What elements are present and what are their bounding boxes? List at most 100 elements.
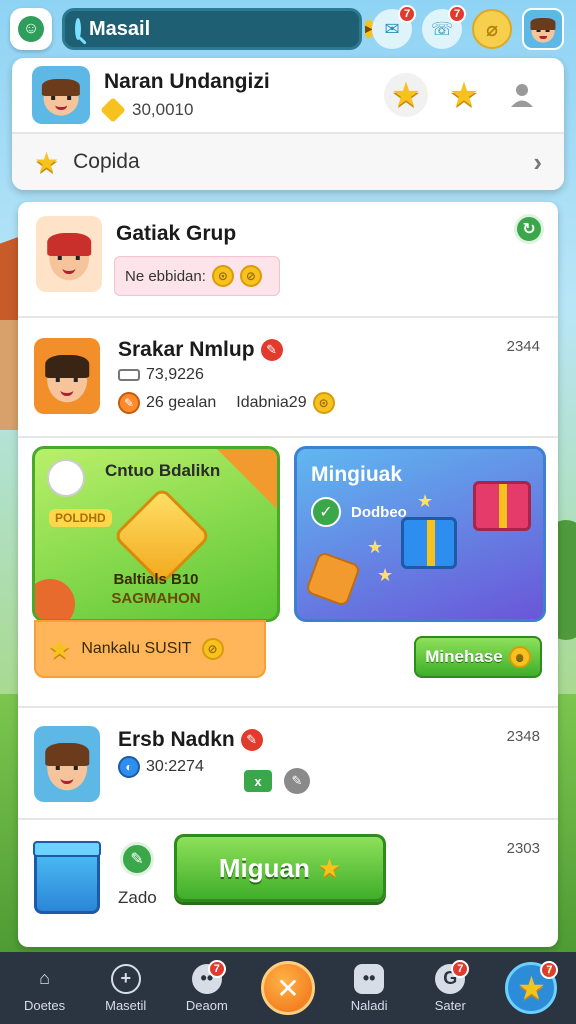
post-time: 2303	[506, 840, 540, 857]
star-icon: ★	[317, 852, 342, 883]
post-avatar[interactable]	[34, 726, 100, 802]
star-icon: ★	[34, 146, 60, 178]
nav-item-games[interactable]: •• Naladi	[331, 952, 407, 1024]
gift-box-avatar[interactable]	[33, 841, 101, 914]
coin-icon: ⌀	[485, 18, 499, 41]
tag-badge[interactable]: x	[244, 770, 272, 792]
pill-text: Ne ebbidan:	[125, 267, 206, 285]
center-action-icon: ✕	[260, 961, 315, 1015]
star-icon[interactable]: ★	[384, 73, 428, 117]
edit-icon[interactable]: ✎	[284, 768, 310, 794]
stat-value: Idabnia29	[236, 394, 307, 411]
post-stat: 73,9226	[118, 366, 204, 384]
notification-badge: 7	[448, 5, 466, 23]
feed-post[interactable]: Ersb Nadkn ✎ 2348 ◐ 30:2274 x ✎	[18, 708, 558, 820]
feed-post[interactable]: Srakar Nmlup ✎ 2344 73,9226 ✎ 26 gealan I…	[18, 318, 558, 438]
user-avatar[interactable]	[522, 8, 564, 50]
nav-label: Deaom	[185, 997, 228, 1013]
copida-row[interactable]: ★ Copida ›	[12, 134, 564, 190]
coin-button[interactable]: ⌀	[472, 9, 512, 49]
search-bar[interactable]: ▶	[62, 8, 373, 50]
feed-post[interactable]: Gatiak Grup ↻ Ne ebbidan: ⊙ ⊘	[18, 202, 558, 318]
post-title-text: Srakar Nmlup	[118, 338, 255, 361]
check-icon: ✓	[311, 497, 341, 527]
promo-blue-button-label: Minehase	[425, 647, 503, 666]
star-icon[interactable]: ★	[442, 73, 486, 117]
nav-label: Sater	[434, 997, 466, 1013]
pill-label[interactable]: Ne ebbidan: ⊙ ⊘	[114, 256, 280, 296]
mascot-icon	[47, 459, 85, 497]
stat-value: 26 gealan	[146, 394, 217, 411]
post-avatar[interactable]	[36, 216, 102, 292]
notification-badge: 7	[207, 959, 226, 978]
nav-item-chat[interactable]: •• 7 Deaom	[169, 952, 245, 1024]
promo-orange-bar[interactable]: ★ Nankalu SUSIT ⊘	[34, 620, 266, 678]
nav-item-explore[interactable]: + Masetil	[88, 952, 164, 1024]
promo-blue-button[interactable]: Minehase ☻	[414, 636, 542, 678]
promo-area: Cntuo Bdalikn POLDHD Baltials B10 SAGMAH…	[18, 438, 558, 708]
edit-icon[interactable]: ✎	[120, 842, 154, 876]
feed-panel: Gatiak Grup ↻ Ne ebbidan: ⊙ ⊘ Srakar Nml…	[18, 202, 558, 947]
compass-icon: +	[110, 963, 141, 994]
post-stat: ✎ 26 gealan Idabnia29 ⊙	[118, 392, 335, 414]
primary-action-label: Miguan	[218, 852, 310, 883]
stat-value: 30:2274	[146, 758, 204, 775]
edit-icon[interactable]: ✎	[260, 339, 283, 362]
bottom-nav: ⌂ Doetes + Masetil •• 7 Deaom ✕ •• Nalad…	[0, 952, 576, 1024]
post-title: Srakar Nmlup ✎	[118, 338, 283, 362]
chat-icon: ✉	[384, 18, 400, 39]
sparkle-icon: ★	[377, 565, 394, 585]
sparkle-icon: ★	[367, 537, 384, 557]
nav-label: Naladi	[350, 997, 388, 1013]
dice-icon	[304, 550, 362, 608]
gamepad-icon: ••	[354, 963, 385, 994]
notification-badge: 7	[398, 5, 416, 23]
person-icon[interactable]	[500, 73, 544, 117]
post-avatar[interactable]	[34, 338, 100, 414]
notification-badge: 7	[540, 961, 559, 979]
chevron-right-icon: ›	[533, 146, 542, 177]
nav-item-home[interactable]: ⌂ Doetes	[7, 952, 83, 1024]
post-sub: Zado	[118, 888, 157, 907]
profile-coins: 30,0010	[100, 97, 370, 123]
feed-post[interactable]: ✎ Zado Miguan ★ 2303	[18, 820, 558, 930]
shield-icon: ◐	[118, 756, 140, 778]
coin-icon: ⊙	[211, 265, 234, 287]
promo-green-tag: POLDHD	[49, 509, 112, 527]
home-icon: ⌂	[39, 968, 50, 988]
refresh-icon[interactable]: ↻	[514, 214, 544, 244]
profile-header: Naran Undangizi 30,0010 ★ ★	[12, 58, 564, 134]
nav-item-center[interactable]: ✕	[250, 952, 326, 1024]
post-time: 2348	[506, 728, 540, 745]
nav-item-settings[interactable]: G 7 Sater	[412, 952, 488, 1024]
primary-action-button[interactable]: Miguan ★	[174, 834, 386, 902]
post-title: Ersb Nadkn ✎	[118, 728, 263, 752]
post-stat: ◐ 30:2274	[118, 756, 204, 778]
edit-icon[interactable]: ✎	[240, 729, 263, 752]
search-input[interactable]	[89, 17, 357, 41]
notification-badge: 7	[451, 959, 470, 978]
coin-icon: ⊘	[239, 265, 262, 287]
stat-value: 73,9226	[146, 366, 204, 383]
profile-coin-value: 30,0010	[132, 100, 194, 119]
nav-label: Doetes	[23, 997, 66, 1013]
copida-label: Copida	[73, 150, 140, 173]
promo-tile-green[interactable]: Cntuo Bdalikn POLDHD Baltials B10 SAGMAH…	[32, 446, 280, 622]
profile-avatar[interactable]	[32, 66, 90, 124]
promo-orange-label: Nankalu SUSIT	[81, 640, 192, 657]
app-logo-icon: ☺	[18, 16, 44, 42]
promo-green-title: Cntuo Bdalikn	[105, 461, 221, 480]
nav-item-favorites[interactable]: ★ 7	[493, 952, 569, 1024]
nav-label: Masetil	[105, 997, 147, 1013]
profile-info: Naran Undangizi 30,0010	[100, 70, 370, 123]
app-logo-button[interactable]: ☺	[10, 8, 52, 50]
chat-bubble-icon: •• 7	[191, 959, 226, 994]
star-icon: ★ 7	[505, 961, 559, 1014]
chat-button[interactable]: ☏ 7	[422, 5, 466, 49]
promo-blue-title: Mingiuak	[311, 463, 403, 486]
promo-tile-blue[interactable]: Mingiuak ✓ Dodbeo ★ ★ ★	[294, 446, 546, 622]
pencil-icon: ✎	[118, 392, 140, 414]
post-time: 2344	[506, 338, 540, 355]
messages-button[interactable]: ✉ 7	[372, 5, 416, 49]
profile-name: Naran Undangizi	[104, 70, 270, 93]
